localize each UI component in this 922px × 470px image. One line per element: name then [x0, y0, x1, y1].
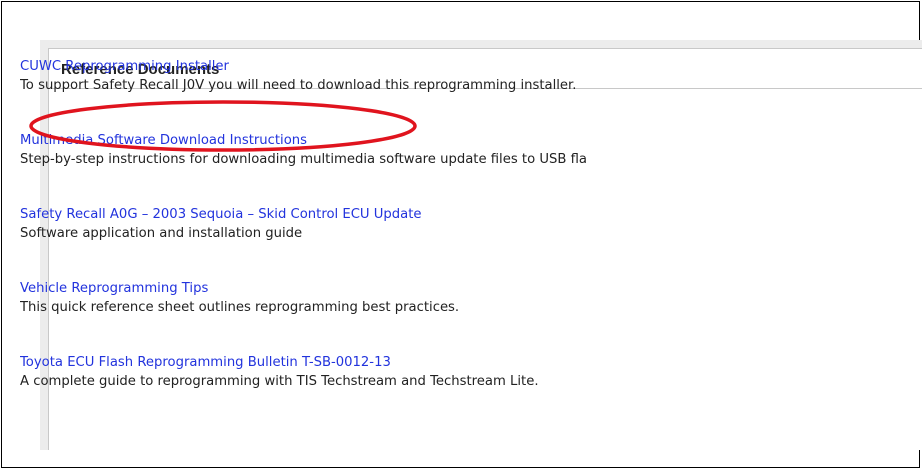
document-description: A complete guide to reprogramming with T… — [20, 374, 539, 389]
document-description: Software application and installation gu… — [20, 226, 303, 241]
document-link-cuwc-installer[interactable]: CUWC Reprogramming Installer — [20, 57, 880, 76]
screenshot-frame: Reference Documents CUWC Reprogramming I… — [1, 1, 922, 468]
document-description: To support Safety Recall J0V you will ne… — [20, 78, 577, 93]
list-item: Multimedia Software Download Instruction… — [20, 131, 880, 205]
document-list: CUWC Reprogramming Installer To support … — [20, 57, 880, 427]
list-item: Safety Recall A0G – 2003 Sequoia – Skid … — [20, 205, 880, 279]
document-description: Step-by-step instructions for downloadin… — [20, 152, 587, 167]
document-link-safety-recall-a0g[interactable]: Safety Recall A0G – 2003 Sequoia – Skid … — [20, 205, 880, 224]
list-item: Toyota ECU Flash Reprogramming Bulletin … — [20, 353, 880, 427]
document-link-multimedia-instructions[interactable]: Multimedia Software Download Instruction… — [20, 131, 880, 150]
list-item: CUWC Reprogramming Installer To support … — [20, 57, 880, 131]
document-link-ecu-flash-bulletin[interactable]: Toyota ECU Flash Reprogramming Bulletin … — [20, 353, 880, 372]
document-link-reprogramming-tips[interactable]: Vehicle Reprogramming Tips — [20, 279, 880, 298]
document-description: This quick reference sheet outlines repr… — [20, 300, 460, 315]
list-item: Vehicle Reprogramming Tips This quick re… — [20, 279, 880, 353]
